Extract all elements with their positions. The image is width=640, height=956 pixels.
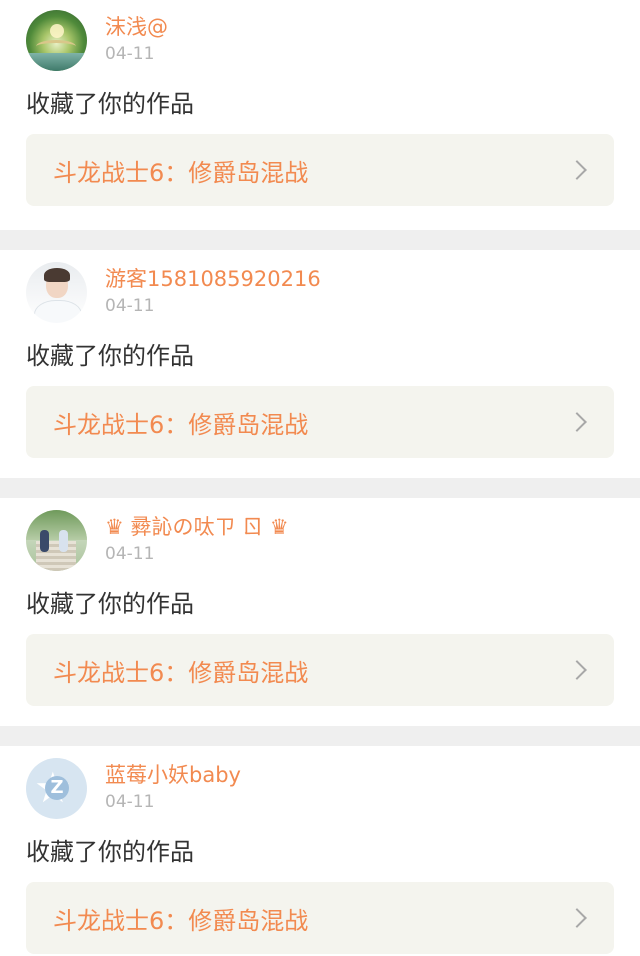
avatar[interactable] [26, 510, 87, 571]
work-link[interactable]: 斗龙战士6：修爵岛混战 [26, 386, 614, 458]
work-link[interactable]: 斗龙战士6：修爵岛混战 [26, 134, 614, 206]
work-link[interactable]: 斗龙战士6：修爵岛混战 [26, 634, 614, 706]
avatar-trees-shape [26, 510, 87, 540]
user-meta: 游客1581085920216 04-11 [105, 262, 321, 318]
avatar-hair-shape [44, 268, 70, 282]
avatar-bridge-shape [36, 40, 76, 53]
avatar[interactable] [26, 262, 87, 323]
notification-card: 沫浅@ 04-11 收藏了你的作品 斗龙战士6：修爵岛混战 [0, 0, 640, 230]
avatar-person-shape [40, 530, 49, 552]
z-logo-icon: Z [45, 776, 69, 800]
notification-header: ♛ 彛訫の呔ㄗ ㄖ ♛ 04-11 [26, 510, 614, 574]
notification-card: ★ Z 蓝莓小妖baby 04-11 收藏了你的作品 斗龙战士6：修爵岛混战 [0, 746, 640, 956]
user-meta: ♛ 彛訫の呔ㄗ ㄖ ♛ 04-11 [105, 510, 289, 566]
notification-header: 沫浅@ 04-11 [26, 10, 614, 74]
avatar[interactable]: ★ Z [26, 758, 87, 819]
notification-date: 04-11 [105, 544, 155, 564]
avatar[interactable] [26, 10, 87, 71]
notification-header: ★ Z 蓝莓小妖baby 04-11 [26, 758, 614, 822]
chevron-right-icon [567, 660, 587, 680]
chevron-right-icon [567, 412, 587, 432]
notification-feed: 沫浅@ 04-11 收藏了你的作品 斗龙战士6：修爵岛混战 游客15810859… [0, 0, 640, 956]
user-meta: 沫浅@ 04-11 [105, 10, 168, 66]
notification-header: 游客1581085920216 04-11 [26, 262, 614, 326]
notification-date: 04-11 [105, 792, 155, 812]
avatar-sun-shape [50, 24, 64, 38]
notification-card: 游客1581085920216 04-11 收藏了你的作品 斗龙战士6：修爵岛混… [0, 250, 640, 478]
chevron-right-icon [567, 908, 587, 928]
action-text: 收藏了你的作品 [26, 342, 194, 370]
work-link[interactable]: 斗龙战士6：修爵岛混战 [26, 882, 614, 954]
work-title: 斗龙战士6：修爵岛混战 [53, 158, 309, 187]
username[interactable]: 游客1581085920216 [105, 266, 321, 292]
username[interactable]: ♛ 彛訫の呔ㄗ ㄖ ♛ [105, 514, 289, 540]
username[interactable]: 沫浅@ [105, 14, 168, 40]
work-title: 斗龙战士6：修爵岛混战 [53, 906, 309, 935]
notification-card: ♛ 彛訫の呔ㄗ ㄖ ♛ 04-11 收藏了你的作品 斗龙战士6：修爵岛混战 [0, 498, 640, 726]
username[interactable]: 蓝莓小妖baby [105, 762, 241, 788]
avatar-shirt-shape [34, 300, 82, 323]
avatar-person-shape [59, 530, 68, 552]
work-title: 斗龙战士6：修爵岛混战 [53, 410, 309, 439]
notification-date: 04-11 [105, 296, 155, 316]
action-text: 收藏了你的作品 [26, 838, 194, 866]
notification-date: 04-11 [105, 44, 155, 64]
avatar-water-shape [26, 53, 87, 71]
action-text: 收藏了你的作品 [26, 90, 194, 118]
work-title: 斗龙战士6：修爵岛混战 [53, 658, 309, 687]
action-text: 收藏了你的作品 [26, 590, 194, 618]
user-meta: 蓝莓小妖baby 04-11 [105, 758, 241, 814]
chevron-right-icon [567, 160, 587, 180]
